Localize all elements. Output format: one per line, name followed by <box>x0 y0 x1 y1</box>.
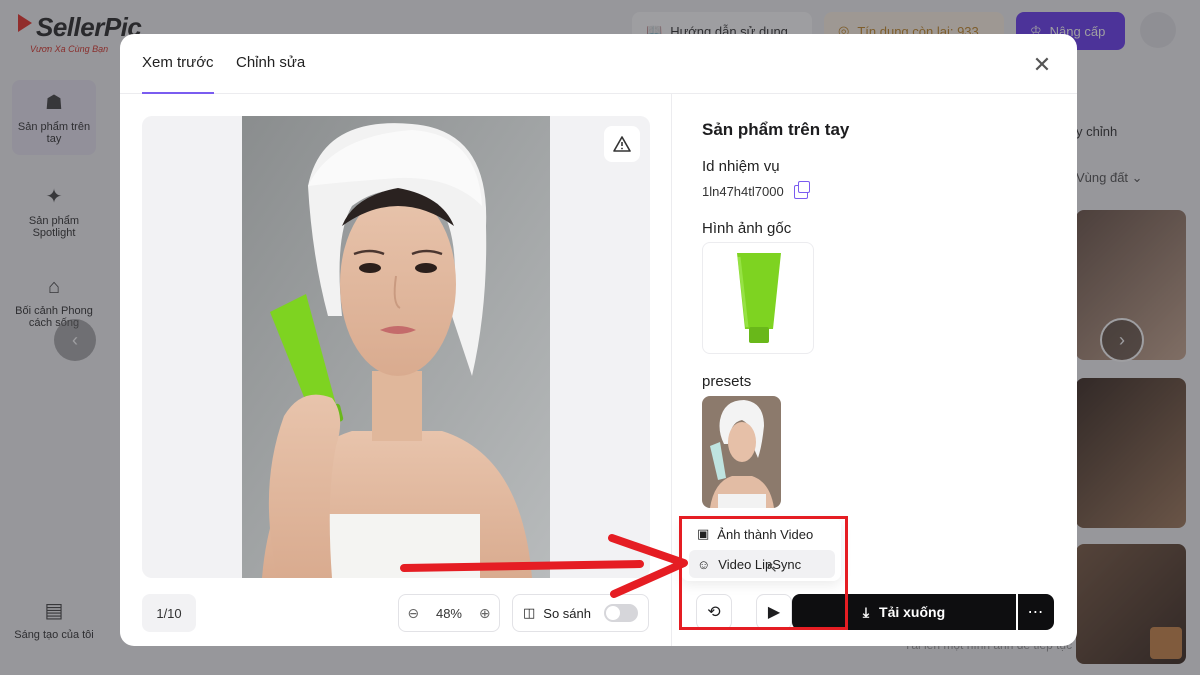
compare-toggle[interactable] <box>604 604 638 622</box>
compare-label: So sánh <box>543 605 591 621</box>
more-options-button[interactable]: ⋯ <box>1018 594 1054 630</box>
preset-image[interactable] <box>702 396 781 508</box>
download-icon: ⤓ <box>862 603 870 620</box>
annotation-arrow-icon <box>400 534 688 598</box>
task-id-row: 1ln47h4tl7000 <box>702 180 810 199</box>
zoom-level: 48% <box>435 605 462 621</box>
product-tube-image <box>737 253 781 343</box>
tab-preview[interactable]: Xem trước <box>142 54 214 94</box>
compare-icon: ◫ <box>523 605 536 620</box>
preset-thumbnail <box>702 396 781 508</box>
zoom-in-icon[interactable]: ⊕ <box>479 605 491 622</box>
info-title: Sản phẩm trên tay <box>702 120 850 139</box>
page-counter: 1/10 <box>142 594 196 632</box>
generated-image[interactable] <box>242 116 550 578</box>
modal-header: Xem trước Chỉnh sửa ✕ <box>120 34 1077 94</box>
mouse-cursor-icon: ↖ <box>766 559 778 575</box>
report-issue-button[interactable] <box>604 126 640 162</box>
preview-area <box>142 116 650 578</box>
info-panel-content: Sản phẩm trên tay Id nhiệm vụ 1ln47h4tl7… <box>702 118 1052 518</box>
copy-icon[interactable] <box>793 180 810 199</box>
zoom-out-icon[interactable]: ⊖ <box>407 605 419 622</box>
presets-label: presets <box>702 373 752 390</box>
close-icon[interactable]: ✕ <box>1029 52 1055 78</box>
warning-icon <box>613 136 631 152</box>
task-id-value: 1ln47h4tl7000 <box>702 184 784 199</box>
annotation-highlight-box <box>679 516 848 630</box>
task-id-label: Id nhiệm vụ <box>702 158 780 175</box>
tab-edit[interactable]: Chỉnh sửa <box>236 54 305 94</box>
download-label: Tải xuống <box>879 604 946 620</box>
original-image-label: Hình ảnh gốc <box>702 220 792 237</box>
original-image[interactable] <box>702 242 814 354</box>
